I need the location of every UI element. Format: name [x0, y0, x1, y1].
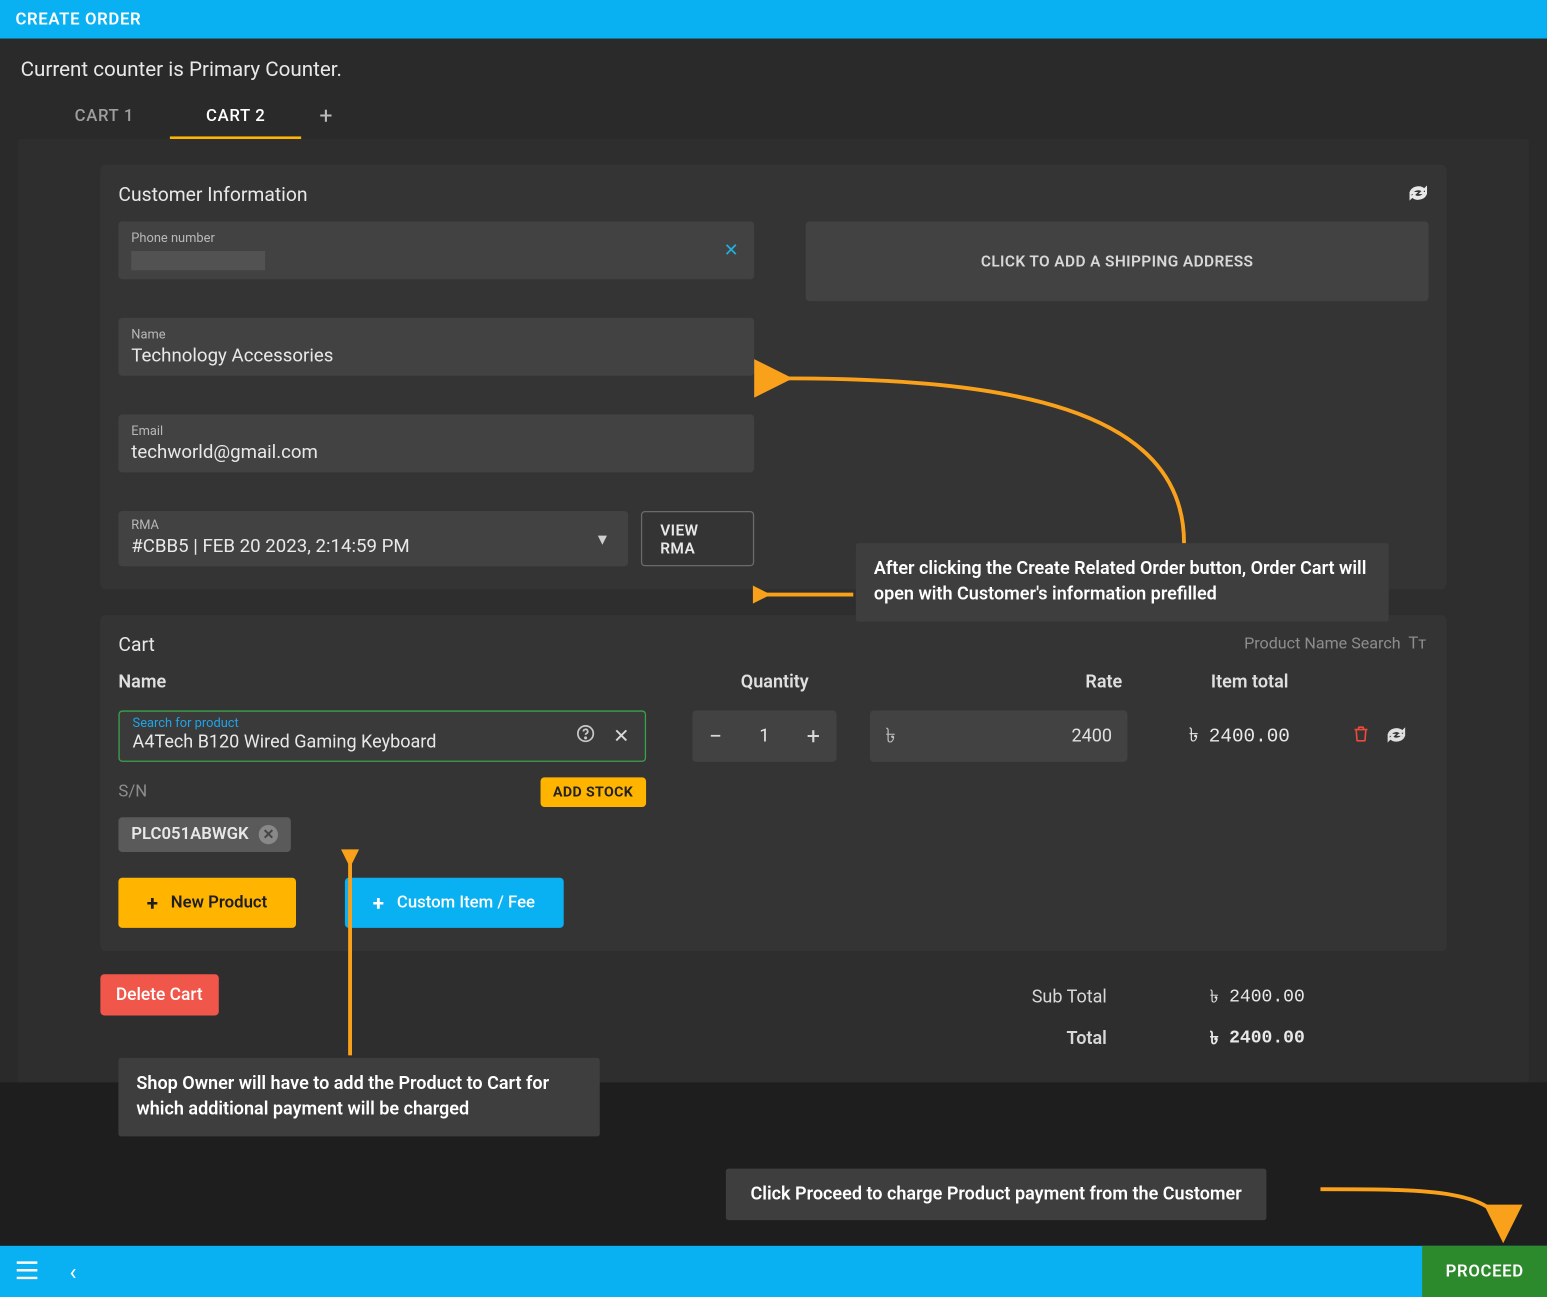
col-quantity: Quantity [672, 672, 878, 693]
subtotal-value: 2400.00 [1229, 987, 1305, 1008]
totals-section: Sub Total ৳ 2400.00 Total ৳ 2400.00 [100, 977, 1446, 1059]
cart-card: Cart Product Name Search Tᴛ Name Quantit… [100, 615, 1446, 951]
rma-label: RMA [131, 519, 615, 533]
rma-value: #CBB5 | FEB 20 2023, 2:14:59 PM [131, 535, 615, 558]
close-icon: ✕ [613, 725, 629, 748]
email-value: techworld@gmail.com [131, 441, 741, 464]
product-search-field[interactable]: Search for product A4Tech B120 Wired Gam… [118, 710, 646, 761]
callout-add-product: Shop Owner will have to add the Product … [118, 1058, 599, 1136]
tab-cart-2[interactable]: CART 2 [170, 94, 301, 139]
remove-sn-button[interactable]: ✕ [259, 825, 278, 844]
product-search-label: Search for product [133, 717, 632, 731]
subtotal-label: Sub Total [978, 987, 1107, 1008]
close-icon: ✕ [263, 826, 275, 843]
delete-cart-button[interactable]: Delete Cart [100, 974, 218, 1015]
clear-phone-button[interactable]: ✕ [724, 240, 739, 261]
proceed-label: PROCEED [1446, 1262, 1524, 1281]
name-field[interactable]: Name Technology Accessories [118, 318, 754, 376]
plus-icon: + [319, 103, 332, 130]
new-product-button[interactable]: + New Product [118, 878, 295, 928]
sn-chip: PLC051ABWGK ✕ [118, 817, 291, 852]
cart-header-row: Name Quantity Rate Item total [118, 672, 1428, 693]
delete-cart-label: Delete Cart [116, 985, 203, 1006]
chevron-left-icon: ‹ [69, 1258, 76, 1285]
plus-icon: + [373, 891, 384, 915]
total-value: 2400.00 [1229, 1028, 1305, 1049]
phone-field[interactable]: Phone number ✕ [118, 221, 754, 279]
name-value: Technology Accessories [131, 345, 741, 368]
trash-icon [1351, 723, 1370, 744]
cart-line-row: Search for product A4Tech B120 Wired Gam… [118, 710, 1428, 761]
currency-icon: ৳ [1210, 982, 1219, 1013]
app-header: CREATE ORDER [0, 0, 1547, 39]
item-total: ৳ 2400.00 [1127, 720, 1351, 752]
cart-tabs: CART 1 CART 2 + [0, 86, 1547, 139]
tab-cart-1[interactable]: CART 1 [39, 94, 170, 139]
qty-decrease-button[interactable]: − [692, 723, 738, 750]
annotation-arrow [1313, 1171, 1532, 1248]
quantity-stepper: − 1 + [692, 710, 836, 761]
proceed-button[interactable]: PROCEED [1423, 1246, 1547, 1297]
callout-order-prefill: After clicking the Create Related Order … [856, 543, 1389, 621]
clear-product-button[interactable]: ✕ [613, 725, 629, 748]
item-total-value: 2400.00 [1209, 725, 1290, 747]
col-rate: Rate [878, 672, 1148, 693]
refresh-icon [1408, 184, 1429, 202]
view-rma-button[interactable]: VIEW RMA [641, 511, 754, 566]
minus-icon: − [709, 723, 722, 750]
add-tab-button[interactable]: + [301, 95, 350, 137]
name-label: Name [131, 328, 741, 342]
custom-item-label: Custom Item / Fee [397, 893, 535, 912]
add-shipping-button[interactable]: CLICK TO ADD A SHIPPING ADDRESS [806, 221, 1429, 301]
currency-icon: ৳ [885, 719, 895, 754]
plus-icon: + [147, 891, 158, 915]
callout-proceed: Click Proceed to charge Product payment … [726, 1169, 1267, 1221]
menu-button[interactable] [15, 1259, 38, 1283]
app-title: CREATE ORDER [15, 10, 141, 29]
add-stock-button[interactable]: ADD STOCK [540, 777, 646, 807]
view-rma-label: VIEW RMA [660, 521, 735, 557]
text-format-icon: Tᴛ [1408, 633, 1426, 654]
sn-value: PLC051ABWGK [131, 825, 248, 844]
qty-increase-button[interactable]: + [790, 723, 836, 750]
delete-line-button[interactable] [1351, 723, 1370, 749]
new-product-label: New Product [171, 893, 267, 912]
bottom-bar: ‹ PROCEED [0, 1246, 1547, 1297]
chevron-down-icon: ▼ [595, 530, 610, 548]
sn-label: S/N [118, 782, 147, 801]
cart-title: Cart [118, 633, 1428, 656]
refresh-icon [1386, 725, 1407, 743]
counter-info: Current counter is Primary Counter. [0, 39, 1547, 87]
email-field[interactable]: Email techworld@gmail.com [118, 414, 754, 472]
add-shipping-label: CLICK TO ADD A SHIPPING ADDRESS [981, 252, 1254, 270]
close-icon: ✕ [724, 240, 739, 261]
phone-label: Phone number [131, 232, 741, 246]
total-label: Total [978, 1028, 1107, 1049]
refresh-line-button[interactable] [1386, 724, 1407, 748]
email-label: Email [131, 425, 741, 439]
hamburger-icon [15, 1261, 38, 1279]
col-item-total: Item total [1148, 672, 1351, 693]
back-button[interactable]: ‹ [69, 1258, 76, 1285]
add-stock-label: ADD STOCK [553, 784, 633, 801]
customer-info-card: Customer Information Phone number ✕ [100, 165, 1446, 590]
rma-select[interactable]: RMA #CBB5 | FEB 20 2023, 2:14:59 PM ▼ [118, 511, 628, 566]
col-name: Name [118, 672, 671, 693]
rate-value: 2400 [1071, 726, 1112, 747]
currency-icon: ৳ [1210, 1023, 1219, 1054]
currency-icon: ৳ [1189, 720, 1199, 752]
phone-value [131, 248, 741, 271]
plus-icon: + [807, 723, 820, 750]
customer-info-title: Customer Information [118, 183, 1428, 206]
refresh-customer-button[interactable] [1408, 183, 1429, 207]
product-search-mode[interactable]: Product Name Search Tᴛ [1244, 633, 1426, 654]
custom-item-button[interactable]: + Custom Item / Fee [344, 878, 563, 928]
qty-value[interactable]: 1 [739, 726, 790, 747]
help-icon[interactable] [575, 723, 596, 749]
search-mode-label: Product Name Search [1244, 634, 1401, 653]
product-name-value: A4Tech B120 Wired Gaming Keyboard [133, 732, 632, 753]
rate-input[interactable]: ৳ 2400 [870, 710, 1127, 761]
